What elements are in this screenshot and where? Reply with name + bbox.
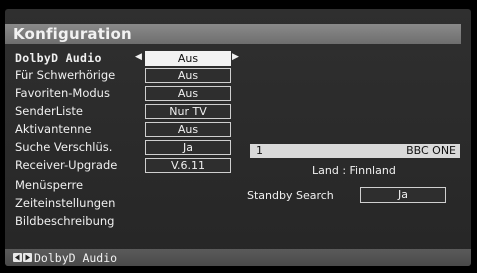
channel-info-bar: 1 BBC ONE	[250, 144, 460, 158]
tv-screen: Konfiguration DolbyD Audio ◀ Aus ▶ Für S…	[0, 0, 477, 273]
country-label: Land : Finnland	[312, 164, 396, 177]
value-favoriten-modus[interactable]: Aus	[145, 86, 231, 101]
menu-item-aktivantenne[interactable]: Aktivantenne	[15, 122, 92, 136]
value-suche-verschlues[interactable]: Ja	[145, 140, 231, 155]
menu-item-dolbyd-audio[interactable]: DolbyD Audio	[15, 51, 102, 65]
channel-name: BBC ONE	[406, 144, 456, 157]
menu-item-suche-verschlues[interactable]: Suche Verschlüs.	[15, 140, 112, 154]
value-fuer-schwerhoerige[interactable]: Aus	[145, 68, 231, 83]
arrow-right-icon[interactable]: ▶	[232, 51, 239, 64]
value-senderliste[interactable]: Nur TV	[145, 104, 231, 119]
menu-item-bildbeschreibung[interactable]: Bildbeschreibung	[15, 214, 114, 228]
value-aktivantenne[interactable]: Aus	[145, 122, 231, 137]
menu-item-receiver-upgrade[interactable]: Receiver-Upgrade	[15, 158, 117, 172]
status-help-text: DolbyD Audio	[34, 251, 118, 265]
page-title: Konfiguration	[13, 25, 132, 43]
menu-item-favoriten-modus[interactable]: Favoriten-Modus	[15, 86, 110, 100]
standby-search-value[interactable]: Ja	[360, 187, 446, 203]
channel-number: 1	[256, 144, 263, 157]
value-dolbyd-audio[interactable]: Aus	[145, 51, 231, 66]
standby-search-label: Standby Search	[247, 189, 334, 202]
menu-item-fuer-schwerhoerige[interactable]: Für Schwerhörige	[15, 68, 115, 82]
value-receiver-upgrade[interactable]: V.6.11	[145, 158, 231, 173]
menu-item-menuesperre[interactable]: Menüsperre	[15, 178, 83, 192]
arrow-left-icon	[13, 253, 22, 262]
arrow-right-icon	[23, 253, 32, 262]
menu-item-senderliste[interactable]: SenderListe	[15, 104, 83, 118]
menu-item-zeiteinstellungen[interactable]: Zeiteinstellungen	[15, 196, 115, 210]
arrow-left-icon[interactable]: ◀	[135, 51, 142, 64]
